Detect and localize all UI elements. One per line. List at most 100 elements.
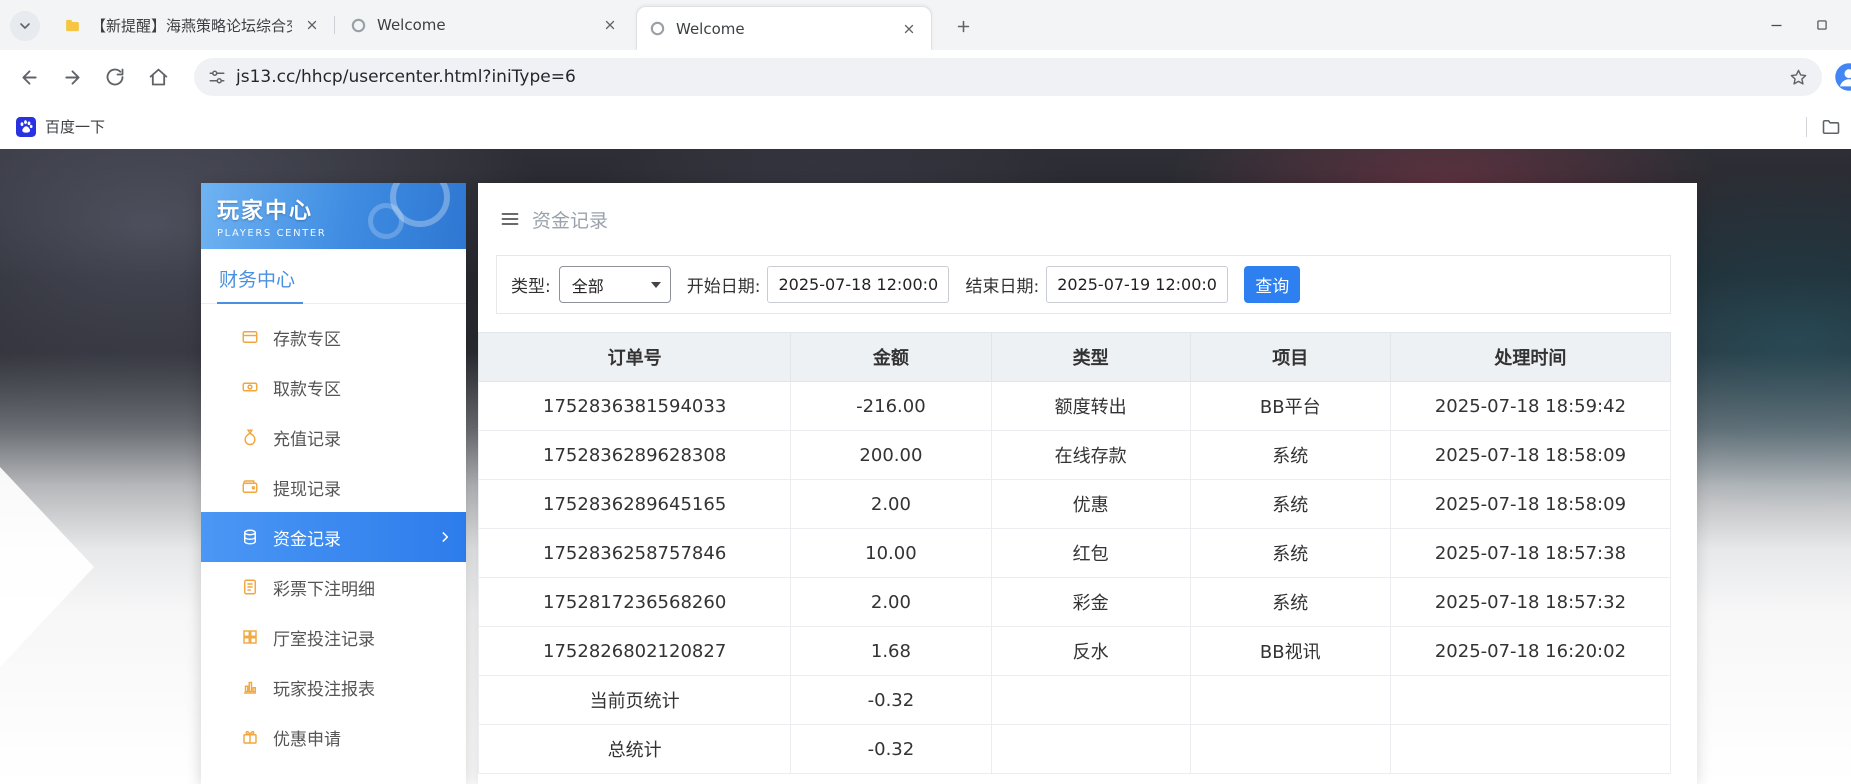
bookmark-baidu[interactable]: 百度一下 [16,116,105,137]
navigation-bar: js13.cc/hhcp/usercenter.html?iniType=6 [0,50,1851,104]
cell-process-time: 2025-07-18 18:58:09 [1390,431,1670,480]
cell-amount: 200.00 [791,431,991,480]
address-bar[interactable]: js13.cc/hhcp/usercenter.html?iniType=6 [194,58,1822,96]
close-icon [903,23,915,35]
cell-empty [1390,725,1670,774]
sidebar-item-player-bet-report[interactable]: 玩家投注报表 [201,662,466,712]
sidebar-item-recharge-records[interactable]: 充值记录 [201,412,466,462]
table-row: 1752836289628308 200.00 在线存款 系统 2025-07-… [479,431,1671,480]
tab-close-button[interactable] [600,15,620,35]
type-select[interactable]: 全部 [559,266,671,303]
search-button[interactable]: 查询 [1244,266,1300,303]
cell-process-time: 2025-07-18 16:20:02 [1390,627,1670,676]
col-header-process-time: 处理时间 [1390,333,1670,382]
filter-bar: 类型: 全部 开始日期: 结束日期: 查询 [496,255,1671,314]
home-button[interactable] [139,58,177,96]
cell-order-no: 1752836289628308 [479,431,791,480]
window-maximize-button[interactable] [1806,10,1838,40]
cell-process-time: 2025-07-18 18:58:09 [1390,480,1670,529]
cell-project: BB视讯 [1190,627,1390,676]
sidebar-item-deposit-zone[interactable]: 存款专区 [201,312,466,362]
sidebar-item-promo-application[interactable]: 优惠申请 [201,712,466,762]
coin-stack-icon [241,528,259,546]
sidebar-item-withdraw-zone[interactable]: 取款专区 [201,362,466,412]
back-button[interactable] [10,58,48,96]
cell-label: 总统计 [479,725,791,774]
star-icon [1789,68,1808,87]
close-icon [306,19,318,31]
cell-project: 系统 [1190,529,1390,578]
cell-order-no: 1752826802120827 [479,627,791,676]
chevron-right-icon [438,530,452,544]
sidebar-header: 玩家中心 PLAYERS CENTER [201,183,466,249]
sidebar-item-hall-bet-records[interactable]: 厅室投注记录 [201,612,466,662]
forum-favicon-icon [64,17,81,34]
cell-order-no: 1752836258757846 [479,529,791,578]
tab-close-button[interactable] [899,19,919,39]
select-caret-icon [651,282,661,288]
refresh-button[interactable] [96,58,134,96]
sidebar-item-fund-records[interactable]: 资金记录 [201,512,466,562]
start-date-input[interactable] [767,266,949,303]
new-tab-button[interactable] [948,11,978,41]
table-row: 1752836381594033 -216.00 额度转出 BB平台 2025-… [479,382,1671,431]
table-row-grand-total: 总统计 -0.32 [479,725,1671,774]
minimize-icon [1769,18,1784,33]
cell-process-time: 2025-07-18 18:57:32 [1390,578,1670,627]
grid-icon [241,628,259,646]
cell-empty [1190,725,1390,774]
cell-amount: 1.68 [791,627,991,676]
tab-search-button[interactable] [10,11,40,41]
cell-label: 当前页统计 [479,676,791,725]
table-row: 1752826802120827 1.68 反水 BB视讯 2025-07-18… [479,627,1671,676]
sidebar-item-label: 厅室投注记录 [273,625,375,650]
sidebar-subtitle: PLAYERS CENTER [217,228,466,239]
deposit-card-icon [241,328,259,346]
fund-records-panel: 资金记录 类型: 全部 开始日期: 结束日期: 查询 订单号 金额 类型 [478,183,1697,784]
cell-empty [991,676,1190,725]
tab-welcome-2-active[interactable]: Welcome [636,6,932,50]
plus-icon [955,18,972,35]
cell-type: 额度转出 [991,382,1190,431]
url-text[interactable]: js13.cc/hhcp/usercenter.html?iniType=6 [236,67,1789,87]
tab-divider [334,16,335,34]
tab-forum[interactable]: 【新提醒】海燕策略论坛综合交 [52,0,334,50]
sidebar-item-lottery-bet-details[interactable]: 彩票下注明细 [201,562,466,612]
bookmarks-divider [1806,117,1807,137]
start-date-label: 开始日期: [687,272,761,297]
bar-chart-icon [241,678,259,696]
document-icon [241,578,259,596]
bookmark-label: 百度一下 [45,116,105,137]
forward-button[interactable] [53,58,91,96]
sidebar-item-label: 充值记录 [273,425,341,450]
bookmark-star-button[interactable] [1789,68,1808,87]
sidebar-menu: 存款专区 取款专区 充值记录 提现记录 资金记录 彩票下注明细 [201,304,466,762]
cell-type: 优惠 [991,480,1190,529]
page-title: 资金记录 [532,206,608,233]
other-bookmarks-folder-button[interactable] [1821,117,1841,137]
wallet-icon [241,478,259,496]
hamburger-menu-icon[interactable] [500,209,520,229]
sidebar-item-withdraw-records[interactable]: 提现记录 [201,462,466,512]
col-header-project: 项目 [1190,333,1390,382]
sidebar-item-label: 玩家投注报表 [273,675,375,700]
cell-order-no: 1752817236568260 [479,578,791,627]
cell-amount: -0.32 [791,725,991,774]
banknote-icon [241,378,259,396]
end-date-input[interactable] [1046,266,1228,303]
sidebar-item-label: 资金记录 [273,525,341,550]
globe-favicon-icon [350,17,367,34]
profile-avatar[interactable] [1834,62,1851,92]
cell-type: 红包 [991,529,1190,578]
cell-type: 在线存款 [991,431,1190,480]
tab-close-button[interactable] [302,15,322,35]
tab-title: 【新提醒】海燕策略论坛综合交 [91,15,292,36]
fund-records-table-wrap: 订单号 金额 类型 项目 处理时间 1752836381594033 -216.… [478,332,1671,774]
window-minimize-button[interactable] [1760,10,1792,40]
back-arrow-icon [19,67,40,88]
cell-amount: 10.00 [791,529,991,578]
globe-favicon-icon [649,20,666,37]
cell-process-time: 2025-07-18 18:59:42 [1390,382,1670,431]
fund-records-table: 订单号 金额 类型 项目 处理时间 1752836381594033 -216.… [478,332,1671,774]
tab-welcome-1[interactable]: Welcome [338,0,632,50]
